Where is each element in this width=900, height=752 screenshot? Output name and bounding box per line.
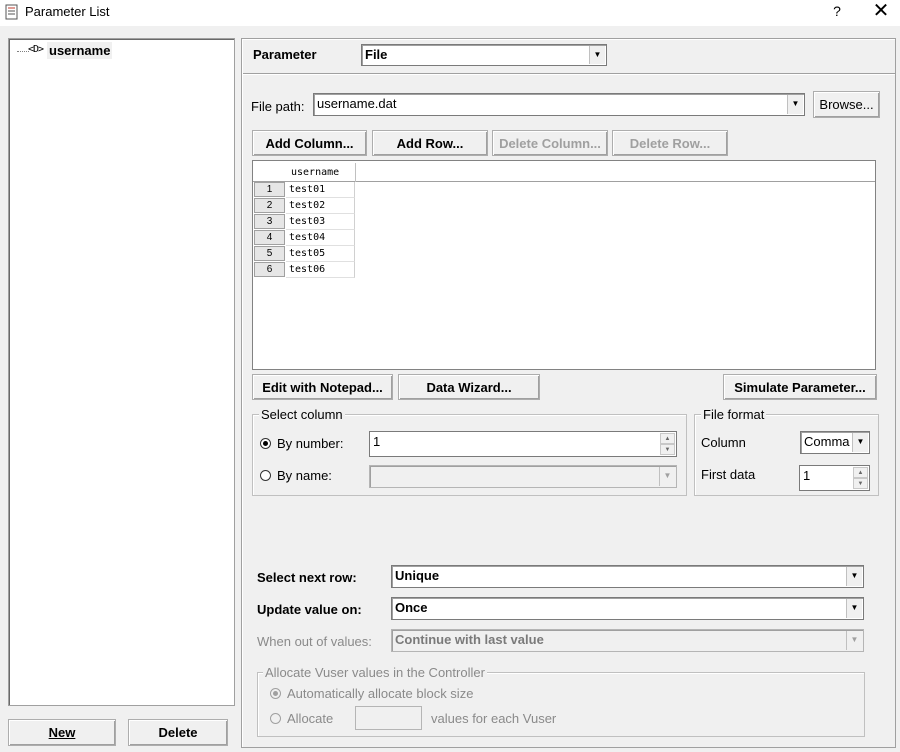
app-icon bbox=[5, 4, 18, 20]
spin-down-icon[interactable]: ▼ bbox=[660, 444, 675, 455]
file-path-label: File path: bbox=[251, 99, 305, 114]
column-delimiter-value: Comma bbox=[804, 434, 850, 449]
allocate-vuser-group bbox=[257, 672, 865, 737]
parameter-type-select[interactable]: File ▼ bbox=[361, 44, 607, 66]
select-next-row-label: Select next row: bbox=[257, 570, 357, 585]
file-path-value: username.dat bbox=[317, 96, 397, 111]
file-format-title: File format bbox=[701, 407, 767, 422]
column-header-username[interactable]: username bbox=[291, 167, 339, 178]
delete-column-button[interactable]: Delete Column... bbox=[492, 130, 608, 156]
auto-allocate-radio[interactable] bbox=[270, 688, 281, 699]
grid-header-divider bbox=[355, 163, 356, 182]
out-of-values-select[interactable]: Continue with last value ▼ bbox=[391, 629, 864, 652]
parameter-type-value: File bbox=[365, 47, 388, 62]
by-name-label: By name: bbox=[277, 468, 332, 483]
allocate-vuser-title: Allocate Vuser values in the Controller bbox=[263, 665, 487, 680]
window-title: Parameter List bbox=[25, 4, 110, 19]
update-value-value: Once bbox=[395, 600, 428, 615]
column-name-select[interactable]: ▼ bbox=[369, 465, 677, 488]
row-header[interactable]: 3 bbox=[254, 214, 285, 229]
row-header[interactable]: 5 bbox=[254, 246, 285, 261]
update-value-select[interactable]: Once ▼ bbox=[391, 597, 864, 620]
by-number-radio[interactable] bbox=[260, 438, 271, 449]
delete-row-button[interactable]: Delete Row... bbox=[612, 130, 728, 156]
parameter-icon: <D> bbox=[28, 44, 44, 55]
browse-button[interactable]: Browse... bbox=[813, 91, 880, 118]
allocate-fixed-label: Allocate bbox=[287, 711, 334, 726]
new-button[interactable]: New bbox=[8, 719, 116, 746]
by-number-label: By number: bbox=[277, 436, 344, 451]
column-number-value: 1 bbox=[373, 434, 381, 449]
out-of-values-label: When out of values: bbox=[257, 634, 372, 649]
select-next-row-value: Unique bbox=[395, 568, 440, 583]
row-header[interactable]: 6 bbox=[254, 262, 285, 277]
header-separator bbox=[243, 73, 895, 75]
row-header[interactable]: 4 bbox=[254, 230, 285, 245]
add-column-button[interactable]: Add Column... bbox=[252, 130, 367, 156]
chevron-down-icon: ▼ bbox=[589, 46, 605, 64]
add-row-button[interactable]: Add Row... bbox=[372, 130, 488, 156]
chevron-down-icon: ▼ bbox=[846, 599, 862, 618]
column-number-spinner[interactable]: 1 ▲ ▼ bbox=[369, 431, 677, 457]
spin-up-icon[interactable]: ▲ bbox=[660, 433, 675, 444]
table-cell[interactable]: test05 bbox=[286, 246, 355, 262]
by-name-radio[interactable] bbox=[260, 470, 271, 481]
table-cell[interactable]: test02 bbox=[286, 198, 355, 214]
row-header[interactable]: 2 bbox=[254, 198, 285, 213]
title-bar bbox=[0, 0, 900, 26]
parameter-type-label: Parameter bbox=[253, 47, 317, 62]
row-header[interactable]: 1 bbox=[254, 182, 285, 197]
first-data-label: First data bbox=[701, 467, 756, 482]
chevron-down-icon: ▼ bbox=[659, 467, 675, 486]
table-cell[interactable]: test03 bbox=[286, 214, 355, 230]
help-button[interactable]: ? bbox=[828, 3, 846, 19]
file-path-combo[interactable]: username.dat ▼ bbox=[313, 93, 805, 116]
tree-item-username[interactable]: username bbox=[47, 42, 113, 59]
column-delimiter-select[interactable]: Comma ▼ bbox=[800, 431, 870, 454]
spin-down-icon[interactable]: ▼ bbox=[853, 478, 868, 489]
chevron-down-icon: ▼ bbox=[787, 95, 803, 114]
chevron-down-icon: ▼ bbox=[846, 567, 862, 586]
edit-with-notepad-button[interactable]: Edit with Notepad... bbox=[252, 374, 393, 400]
auto-allocate-label: Automatically allocate block size bbox=[287, 686, 474, 701]
parameter-tree[interactable] bbox=[8, 38, 235, 706]
chevron-down-icon: ▼ bbox=[846, 631, 862, 650]
spin-up-icon[interactable]: ▲ bbox=[853, 467, 868, 478]
first-data-value: 1 bbox=[803, 468, 811, 483]
select-next-row-select[interactable]: Unique ▼ bbox=[391, 565, 864, 588]
delete-button[interactable]: Delete bbox=[128, 719, 228, 746]
chevron-down-icon: ▼ bbox=[852, 433, 868, 452]
close-button[interactable]: ✕ bbox=[868, 0, 894, 22]
out-of-values-value: Continue with last value bbox=[395, 632, 544, 647]
simulate-parameter-button[interactable]: Simulate Parameter... bbox=[723, 374, 877, 400]
first-data-spinner[interactable]: 1 ▲ ▼ bbox=[799, 465, 870, 491]
allocate-count-input[interactable] bbox=[355, 706, 422, 730]
select-column-title: Select column bbox=[259, 407, 345, 422]
table-cell[interactable]: test06 bbox=[286, 262, 355, 278]
table-cell[interactable]: test04 bbox=[286, 230, 355, 246]
table-cell[interactable]: test01 bbox=[286, 182, 355, 198]
data-wizard-button[interactable]: Data Wizard... bbox=[398, 374, 540, 400]
update-value-label: Update value on: bbox=[257, 602, 362, 617]
allocate-fixed-radio[interactable] bbox=[270, 713, 281, 724]
column-delimiter-label: Column bbox=[701, 435, 746, 450]
values-per-vuser-label: values for each Vuser bbox=[431, 711, 557, 726]
